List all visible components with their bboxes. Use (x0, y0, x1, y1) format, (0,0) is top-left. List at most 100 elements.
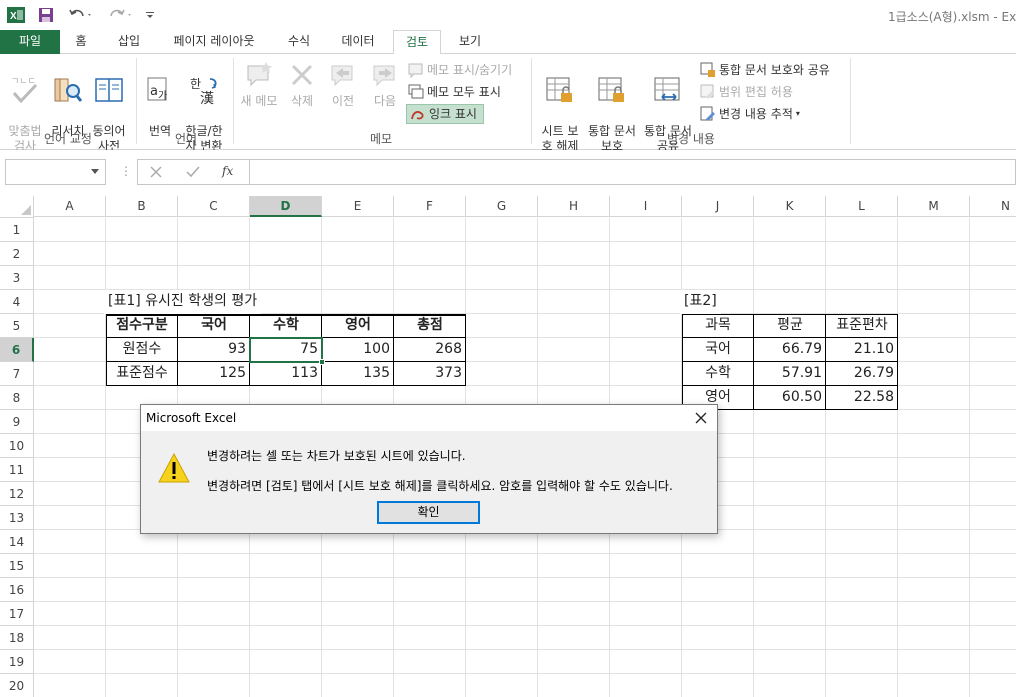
allow-edit-ranges-button[interactable]: 범위 편집 허용 (700, 82, 793, 102)
table-header[interactable]: 영어 (322, 314, 394, 338)
show-hide-comment-button[interactable]: 메모 표시/숨기기 (408, 60, 512, 80)
table-cell[interactable]: 125 (178, 362, 250, 386)
row-header[interactable]: 3 (0, 266, 34, 290)
tab-page-layout[interactable]: 페이지 레이아웃 (162, 30, 266, 54)
close-icon[interactable] (693, 410, 709, 426)
formula-input[interactable] (249, 159, 1016, 185)
row-header[interactable]: 9 (0, 410, 34, 434)
row-header[interactable]: 7 (0, 362, 34, 386)
active-cell-border[interactable] (249, 337, 323, 363)
track-changes-button[interactable]: 변경 내용 추적 ▾ (700, 104, 800, 124)
table-cell[interactable]: 93 (178, 338, 250, 362)
customize-toolbar-icon[interactable] (144, 5, 156, 25)
table-cell[interactable]: 국어 (682, 338, 754, 362)
tab-formulas[interactable]: 수식 (276, 30, 322, 54)
new-comment-button[interactable]: 새 메모 (236, 60, 282, 109)
row-header[interactable]: 20 (0, 674, 34, 697)
table-cell[interactable]: 22.58 (826, 386, 898, 410)
table-header[interactable]: 국어 (178, 314, 250, 338)
ok-button[interactable]: 확인 (377, 501, 480, 524)
table1-title[interactable]: [표1] 유시진 학생의 평가 (104, 290, 262, 314)
svg-text:한: 한 (190, 77, 201, 91)
table2-title[interactable]: [표2] (680, 290, 721, 314)
column-header[interactable]: A (34, 196, 106, 217)
row-header[interactable]: 18 (0, 626, 34, 650)
table-header[interactable]: 점수구분 (106, 314, 178, 338)
row-header[interactable]: 19 (0, 650, 34, 674)
row-header[interactable]: 1 (0, 218, 34, 242)
research-button[interactable]: 리서치 (48, 60, 88, 139)
table-cell[interactable]: 135 (322, 362, 394, 386)
table-cell[interactable]: 66.79 (754, 338, 826, 362)
row-header[interactable]: 16 (0, 578, 34, 602)
row-header[interactable]: 10 (0, 434, 34, 458)
column-header[interactable]: I (610, 196, 682, 217)
enter-check-icon[interactable] (186, 166, 200, 178)
table-cell[interactable]: 수학 (682, 362, 754, 386)
tab-review[interactable]: 검토 (393, 30, 441, 55)
undo-icon[interactable] (66, 5, 96, 25)
previous-comment-button[interactable]: 이전 (324, 60, 362, 109)
column-header[interactable]: L (826, 196, 898, 217)
column-header[interactable]: G (466, 196, 538, 217)
column-header[interactable]: K (754, 196, 826, 217)
column-header[interactable]: C (178, 196, 250, 217)
row-header[interactable]: 12 (0, 482, 34, 506)
table-cell[interactable]: 21.10 (826, 338, 898, 362)
table-header[interactable]: 총점 (394, 314, 466, 338)
row-header[interactable]: 2 (0, 242, 34, 266)
table-cell[interactable]: 100 (322, 338, 394, 362)
column-header[interactable]: N (970, 196, 1016, 217)
next-comment-button[interactable]: 다음 (366, 60, 404, 109)
table-border (465, 314, 466, 386)
show-all-comments-button[interactable]: 메모 모두 표시 (408, 82, 501, 102)
protect-share-workbook-button[interactable]: 통합 문서 보호와 공유 (700, 60, 830, 80)
tab-data[interactable]: 데이터 (332, 30, 384, 54)
table-cell[interactable]: 원점수 (106, 338, 178, 362)
cancel-icon[interactable] (150, 166, 162, 178)
column-header[interactable]: M (898, 196, 970, 217)
column-header[interactable]: J (682, 196, 754, 217)
insert-function-icon[interactable]: fx (222, 164, 233, 178)
table-cell[interactable]: 373 (394, 362, 466, 386)
column-header[interactable]: E (322, 196, 394, 217)
table-cell[interactable]: 57.91 (754, 362, 826, 386)
row-header[interactable]: 4 (0, 290, 34, 314)
table-cell[interactable]: 268 (394, 338, 466, 362)
save-icon[interactable] (36, 5, 56, 25)
column-header[interactable]: B (106, 196, 178, 217)
tab-insert[interactable]: 삽입 (108, 30, 150, 54)
row-header[interactable]: 14 (0, 530, 34, 554)
row-header[interactable]: 11 (0, 458, 34, 482)
column-header[interactable]: F (394, 196, 466, 217)
column-header[interactable]: H (538, 196, 610, 217)
delete-comment-button[interactable]: 삭제 (284, 60, 320, 109)
column-header-selected[interactable]: D (250, 196, 322, 217)
row-header[interactable]: 8 (0, 386, 34, 410)
tab-file[interactable]: 파일 (0, 30, 60, 54)
table-cell[interactable]: 60.50 (754, 386, 826, 410)
dialog-title-bar[interactable]: Microsoft Excel (141, 405, 717, 431)
fill-handle[interactable] (319, 359, 325, 365)
chevron-down-icon[interactable] (91, 169, 99, 174)
table-cell[interactable]: 26.79 (826, 362, 898, 386)
show-ink-button[interactable]: 잉크 표시 (406, 104, 484, 124)
table-cell[interactable]: 113 (250, 362, 322, 386)
row-header[interactable]: 13 (0, 506, 34, 530)
name-box[interactable] (5, 159, 106, 185)
row-header[interactable]: 17 (0, 602, 34, 626)
table-header[interactable]: 수학 (250, 314, 322, 338)
translate-icon: a가 (147, 77, 167, 102)
row-header-selected[interactable]: 6 (0, 338, 34, 362)
table-header[interactable]: 평균 (754, 314, 826, 338)
translate-button[interactable]: a가 번역 (142, 60, 178, 139)
table-header[interactable]: 표준편차 (826, 314, 898, 338)
tab-home[interactable]: 홈 (62, 30, 100, 54)
row-header[interactable]: 5 (0, 314, 34, 338)
table-header[interactable]: 과목 (682, 314, 754, 338)
redo-icon[interactable] (106, 5, 136, 25)
table-cell[interactable]: 표준점수 (106, 362, 178, 386)
row-header[interactable]: 15 (0, 554, 34, 578)
select-all-corner[interactable] (0, 196, 34, 218)
tab-view[interactable]: 보기 (448, 30, 492, 54)
